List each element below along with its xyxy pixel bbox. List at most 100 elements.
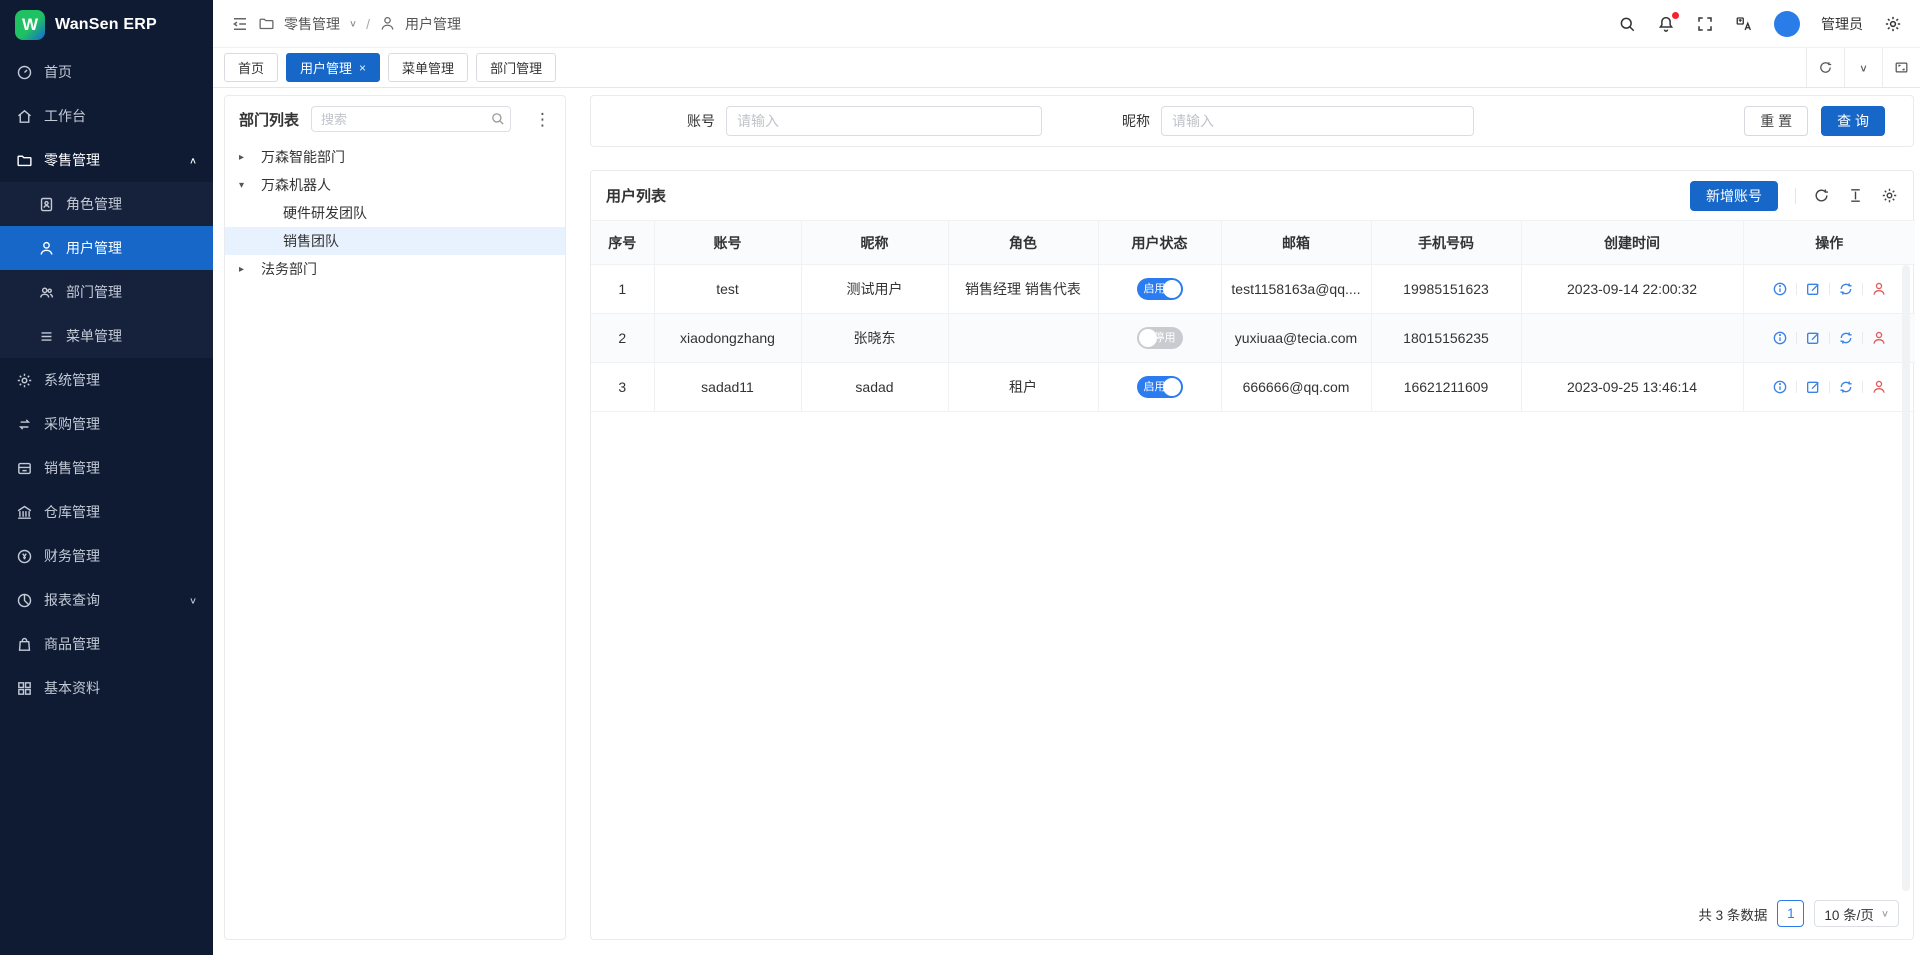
sync-icon: [1838, 330, 1854, 346]
sidebar-item-user-mgmt[interactable]: 用户管理: [0, 226, 213, 270]
cell-phone: 19985151623: [1371, 265, 1521, 314]
reset-password-button[interactable]: [1838, 330, 1854, 346]
row-height-icon[interactable]: [1847, 187, 1864, 204]
add-account-button[interactable]: 新增账号: [1690, 181, 1778, 211]
chevron-down-icon[interactable]: ∨: [349, 18, 357, 29]
fullscreen-button[interactable]: [1696, 15, 1714, 33]
refresh-page-button[interactable]: [1806, 48, 1844, 87]
column-settings-icon[interactable]: [1881, 187, 1898, 204]
status-toggle[interactable]: 停用: [1137, 327, 1183, 349]
notifications-button[interactable]: [1657, 15, 1675, 33]
breadcrumb-separator: /: [366, 16, 370, 32]
page-size-select[interactable]: 10 条/页 ∨: [1814, 900, 1899, 927]
tree-node-sales-team[interactable]: 销售团队: [225, 227, 565, 255]
top-header: 零售管理 ∨ / 用户管理 管理员: [213, 0, 1920, 48]
sidebar-item-dept-mgmt[interactable]: 部门管理: [0, 270, 213, 314]
swap-icon: [16, 416, 33, 433]
sidebar-item-label: 系统管理: [44, 370, 100, 390]
sidebar-item-role-mgmt[interactable]: 角色管理: [0, 182, 213, 226]
sidebar-item-goods-mgmt[interactable]: 商品管理: [0, 622, 213, 666]
content-fullscreen-button[interactable]: [1882, 48, 1920, 87]
sidebar-item-basic-data[interactable]: 基本资料: [0, 666, 213, 710]
status-toggle[interactable]: 启用: [1137, 278, 1183, 300]
reset-password-button[interactable]: [1838, 379, 1854, 395]
sidebar-item-system-mgmt[interactable]: 系统管理: [0, 358, 213, 402]
cell-email: test1158163a@qq....: [1221, 265, 1371, 314]
cell-account: test: [654, 265, 801, 314]
reset-password-button[interactable]: [1838, 281, 1854, 297]
edit-button[interactable]: [1805, 281, 1821, 297]
col-role: 角色: [948, 221, 1098, 265]
tab-user-mgmt[interactable]: 用户管理 ×: [286, 53, 380, 82]
sidebar-item-menu-mgmt[interactable]: 菜单管理: [0, 314, 213, 358]
sidebar: W WanSen ERP 首页 工作台 零售管理 ∧ 角色管理 用户管理 部门管…: [0, 0, 213, 955]
account-input[interactable]: [726, 106, 1042, 136]
more-options-icon[interactable]: ⋮: [532, 111, 553, 128]
detail-button[interactable]: [1772, 281, 1788, 297]
sidebar-item-workbench[interactable]: 工作台: [0, 94, 213, 138]
expand-icon: [1696, 15, 1714, 33]
user-avatar[interactable]: [1774, 11, 1800, 37]
language-button[interactable]: [1735, 15, 1753, 33]
tab-menu-dropdown[interactable]: ∨: [1844, 48, 1882, 87]
info-icon: [1772, 281, 1788, 297]
info-icon: [1772, 379, 1788, 395]
tab-dept-mgmt[interactable]: 部门管理: [476, 53, 556, 82]
tree-node-legal-dept[interactable]: ▸ 法务部门: [225, 255, 565, 283]
search-button[interactable]: [1618, 15, 1636, 33]
nickname-input[interactable]: [1161, 106, 1474, 136]
breadcrumb: 零售管理 ∨ / 用户管理: [231, 14, 461, 34]
unassign-user-button[interactable]: [1871, 330, 1887, 346]
sidebar-group-retail[interactable]: 零售管理 ∧: [0, 138, 213, 182]
tree-node-wansen-smart[interactable]: ▸ 万森智能部门: [225, 143, 565, 171]
sidebar-item-finance-mgmt[interactable]: 财务管理: [0, 534, 213, 578]
sidebar-group-reports[interactable]: 报表查询 ∨: [0, 578, 213, 622]
edit-button[interactable]: [1805, 379, 1821, 395]
tab-label: 菜单管理: [402, 58, 454, 77]
reset-button[interactable]: 重 置: [1744, 106, 1808, 136]
tab-home[interactable]: 首页: [224, 53, 278, 82]
sidebar-item-label: 首页: [44, 62, 72, 82]
edit-button[interactable]: [1805, 330, 1821, 346]
sidebar-item-procurement-mgmt[interactable]: 采购管理: [0, 402, 213, 446]
tree-node-label: 万森机器人: [261, 175, 331, 195]
cell-actions: [1743, 265, 1915, 314]
tree-expanded-icon[interactable]: ▾: [239, 180, 261, 191]
refresh-icon[interactable]: [1813, 187, 1830, 204]
detail-button[interactable]: [1772, 379, 1788, 395]
settings-button[interactable]: [1884, 15, 1902, 33]
tree-node-label: 销售团队: [283, 231, 339, 251]
tree-node-hardware-team[interactable]: 硬件研发团队: [225, 199, 565, 227]
department-search-input[interactable]: [311, 106, 511, 132]
sidebar-item-warehouse-mgmt[interactable]: 仓库管理: [0, 490, 213, 534]
tab-menu-mgmt[interactable]: 菜单管理: [388, 53, 468, 82]
row-actions: [1750, 379, 1910, 395]
tree-collapsed-icon[interactable]: ▸: [239, 264, 261, 275]
sidebar-item-sales-mgmt[interactable]: 销售管理: [0, 446, 213, 490]
page-button-1[interactable]: 1: [1777, 900, 1804, 927]
tree-collapsed-icon[interactable]: ▸: [239, 152, 261, 163]
breadcrumb-menu[interactable]: 零售管理: [284, 14, 340, 34]
table-scrollbar[interactable]: [1902, 265, 1910, 891]
form-actions: 重 置 查 询: [1744, 106, 1885, 136]
user-list-header: 用户列表 新增账号: [591, 171, 1913, 220]
pagination: 共 3 条数据 1 10 条/页 ∨: [1698, 900, 1899, 927]
search-icon[interactable]: [490, 111, 505, 126]
status-toggle[interactable]: 启用: [1137, 376, 1183, 398]
sidebar-item-home[interactable]: 首页: [0, 50, 213, 94]
app-logo[interactable]: W WanSen ERP: [0, 0, 213, 50]
app-name: WanSen ERP: [55, 16, 157, 34]
department-panel: 部门列表 ⋮ ▸ 万森智能部门 ▾ 万森机器人 硬件研发团队 销售团队: [224, 95, 566, 940]
action-divider: [1862, 332, 1863, 344]
collapse-sidebar-button[interactable]: [231, 15, 249, 33]
sync-icon: [1838, 379, 1854, 395]
tree-node-wansen-robot[interactable]: ▾ 万森机器人: [225, 171, 565, 199]
close-icon[interactable]: ×: [359, 62, 366, 74]
table-row: 3 sadad11 sadad 租户 启用 666666@qq.com 1662…: [591, 363, 1915, 412]
detail-button[interactable]: [1772, 330, 1788, 346]
register-icon: [16, 460, 33, 477]
unassign-user-button[interactable]: [1871, 379, 1887, 395]
search-button[interactable]: 查 询: [1821, 106, 1885, 136]
unassign-user-button[interactable]: [1871, 281, 1887, 297]
user-name[interactable]: 管理员: [1821, 14, 1863, 34]
